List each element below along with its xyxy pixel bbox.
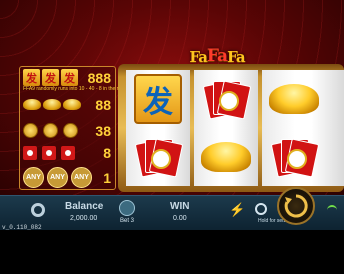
fa-symbol-icon: 发 — [23, 69, 40, 86]
gear-icon[interactable] — [31, 203, 45, 217]
paytable-row: 8 — [23, 145, 113, 161]
red-envelope-icon — [134, 135, 184, 179]
payout-value: 8 — [103, 145, 111, 161]
payout-value: 88 — [95, 96, 111, 113]
gold-coin-icon — [43, 123, 58, 138]
win-label: WIN — [170, 201, 190, 212]
autoplay-icon[interactable] — [255, 203, 267, 215]
paytable: 发 发 发 888 FFA9 randomly runs into 10 - 4… — [19, 66, 132, 190]
paytable-row: 发 发 发 888 — [23, 69, 113, 86]
bet-chip-button[interactable] — [119, 200, 135, 216]
logo-part-2: Fa — [206, 46, 228, 66]
fa-symbol-icon: 发 — [42, 69, 59, 86]
bet-label[interactable]: Bet 3 — [120, 218, 134, 224]
payout-value: 888 — [87, 69, 111, 86]
red-envelope-icon — [61, 146, 75, 160]
gold-ingot-icon — [43, 99, 61, 110]
any-symbol-icon: ANY — [47, 167, 68, 188]
balance-label: Balance — [65, 201, 104, 212]
reel-2 — [194, 70, 258, 186]
any-symbol-icon: ANY — [71, 167, 92, 188]
gold-ingot-icon — [63, 99, 81, 110]
spin-arrow-icon — [284, 194, 308, 218]
fa-symbol-icon: 发 — [61, 69, 78, 86]
wifi-signal-icon — [327, 205, 337, 215]
balance-value: 2,000.00 — [70, 215, 98, 222]
gold-ingot-icon — [269, 84, 319, 114]
paytable-row: 38 — [23, 122, 113, 139]
spin-button[interactable] — [277, 187, 315, 225]
gold-coin-icon — [23, 123, 38, 138]
any-symbol-icon: ANY — [23, 167, 44, 188]
game-logo: Fa Fa Fa — [182, 44, 252, 66]
gold-coin-icon — [63, 123, 78, 138]
gold-ingot-icon — [201, 142, 251, 172]
fa-symbol-icon: 发 — [134, 74, 182, 124]
reel-3 — [262, 70, 344, 186]
win-value: 0.00 — [173, 215, 187, 222]
red-envelope-icon — [23, 146, 37, 160]
turbo-lightning-icon[interactable]: ⚡ — [229, 203, 245, 217]
reel-1: 发 — [126, 70, 190, 186]
red-envelope-icon — [202, 77, 252, 121]
red-envelope-icon — [42, 146, 56, 160]
payout-value: 1 — [103, 169, 111, 186]
bottom-blank-area — [0, 230, 344, 274]
paytable-row: 88 — [23, 96, 113, 113]
paytable-row: ANY ANY ANY 1 — [23, 167, 113, 188]
red-envelope-icon — [270, 135, 320, 179]
payout-value: 38 — [95, 122, 111, 139]
gold-ingot-icon — [23, 99, 41, 110]
paytable-note: FFA9 randomly runs into 10 - 40 - 8 in t… — [23, 86, 132, 92]
